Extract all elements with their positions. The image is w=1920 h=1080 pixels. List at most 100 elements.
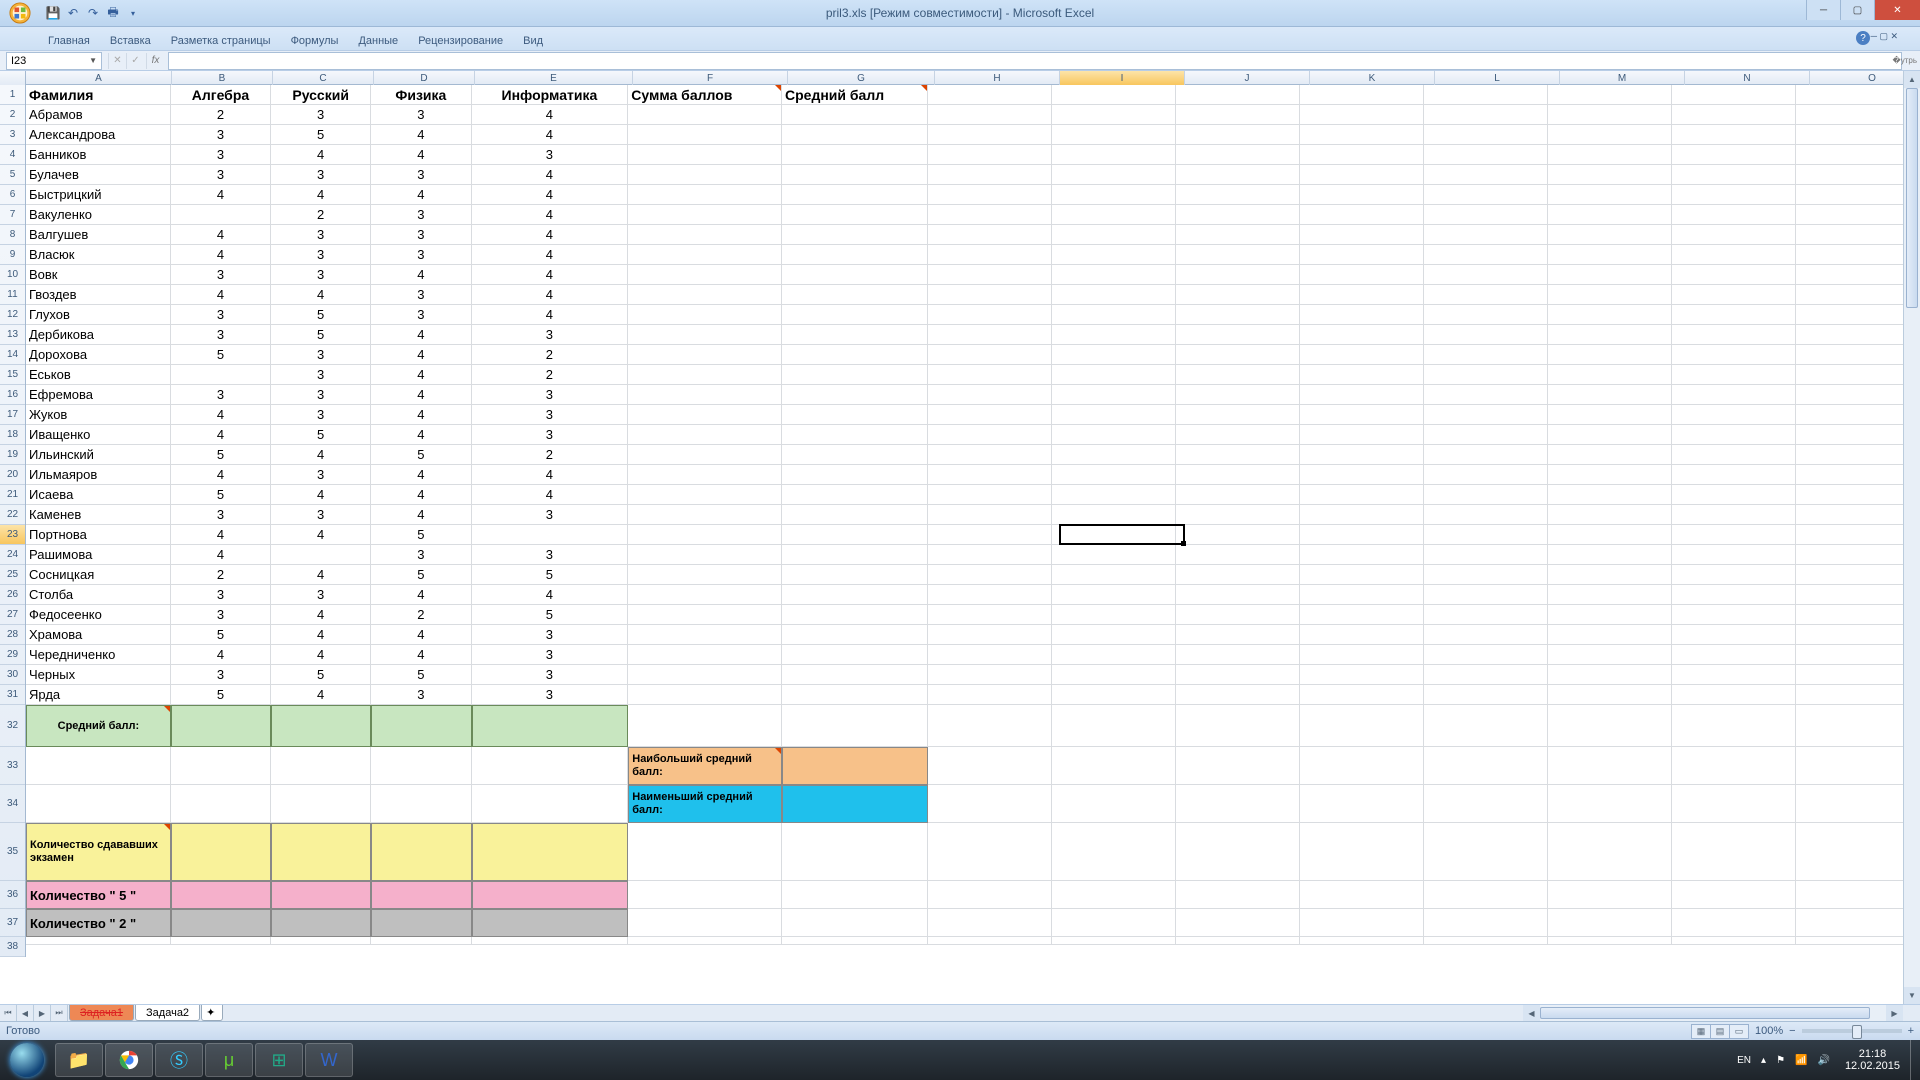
cell[interactable] — [472, 747, 629, 785]
cell[interactable] — [628, 385, 782, 405]
cell[interactable] — [1300, 325, 1424, 345]
cell[interactable] — [928, 85, 1052, 105]
row-header-28[interactable]: 28 — [0, 625, 25, 645]
cell[interactable] — [1672, 505, 1796, 525]
office-button[interactable] — [0, 0, 40, 27]
row-header-20[interactable]: 20 — [0, 465, 25, 485]
cell[interactable]: 3 — [371, 685, 471, 705]
cell[interactable]: Ефремова — [26, 385, 171, 405]
cell[interactable] — [1424, 425, 1548, 445]
row-header-30[interactable]: 30 — [0, 665, 25, 685]
zoom-level[interactable]: 100% — [1755, 1025, 1783, 1037]
cell[interactable] — [171, 823, 271, 881]
cell[interactable] — [782, 525, 928, 545]
cell[interactable] — [1424, 465, 1548, 485]
cell[interactable]: 4 — [371, 385, 471, 405]
cell[interactable] — [1796, 405, 1920, 425]
cell[interactable]: Вакуленко — [26, 205, 171, 225]
cell[interactable] — [928, 165, 1052, 185]
cell[interactable] — [1672, 365, 1796, 385]
cell[interactable] — [1176, 505, 1300, 525]
cell[interactable]: 3 — [271, 405, 371, 425]
cell[interactable]: 4 — [271, 685, 371, 705]
cell[interactable]: 3 — [271, 505, 371, 525]
cell[interactable] — [1300, 685, 1424, 705]
cell[interactable] — [628, 685, 782, 705]
cell[interactable] — [1672, 605, 1796, 625]
cell[interactable] — [1548, 405, 1672, 425]
cell[interactable] — [1672, 225, 1796, 245]
cell[interactable] — [1052, 823, 1176, 881]
cell[interactable] — [1672, 185, 1796, 205]
cell[interactable] — [1796, 445, 1920, 465]
cell[interactable] — [1052, 785, 1176, 823]
tab-nav-last-icon[interactable]: ⏭ — [51, 1005, 68, 1021]
tray-network-icon[interactable]: 📶 — [1790, 1055, 1812, 1066]
cell[interactable] — [628, 225, 782, 245]
cell[interactable] — [782, 445, 928, 465]
cell[interactable]: 3 — [271, 465, 371, 485]
cell[interactable] — [1052, 105, 1176, 125]
cell[interactable] — [1300, 747, 1424, 785]
cell[interactable] — [1052, 385, 1176, 405]
cell[interactable] — [1052, 625, 1176, 645]
cell[interactable]: 4 — [271, 645, 371, 665]
cell[interactable]: 5 — [171, 485, 271, 505]
cell[interactable] — [628, 909, 782, 937]
cell[interactable] — [1548, 85, 1672, 105]
cell[interactable]: 4 — [171, 425, 271, 445]
cell[interactable]: 3 — [171, 665, 271, 685]
cell[interactable]: 3 — [171, 585, 271, 605]
cell[interactable] — [628, 245, 782, 265]
cell[interactable] — [472, 823, 629, 881]
cell[interactable] — [171, 909, 271, 937]
cell[interactable] — [928, 685, 1052, 705]
cell[interactable] — [1424, 937, 1548, 945]
cell[interactable] — [371, 909, 471, 937]
cell[interactable] — [1796, 305, 1920, 325]
row-header-10[interactable]: 10 — [0, 265, 25, 285]
cell[interactable]: 4 — [371, 145, 471, 165]
cell[interactable]: 5 — [271, 665, 371, 685]
cell[interactable] — [1796, 125, 1920, 145]
cell[interactable]: Фамилия — [26, 85, 171, 105]
cell[interactable] — [1672, 585, 1796, 605]
cell[interactable] — [782, 165, 928, 185]
cell[interactable] — [1300, 305, 1424, 325]
cell[interactable] — [1176, 305, 1300, 325]
cell[interactable] — [1672, 909, 1796, 937]
cell[interactable] — [628, 205, 782, 225]
cell[interactable] — [1672, 165, 1796, 185]
cell[interactable] — [171, 365, 271, 385]
cell[interactable] — [1424, 645, 1548, 665]
cell[interactable] — [1300, 823, 1424, 881]
cell[interactable] — [628, 545, 782, 565]
taskbar-word[interactable]: W — [305, 1043, 353, 1077]
cell[interactable]: 4 — [371, 465, 471, 485]
cell[interactable] — [1672, 485, 1796, 505]
cell[interactable]: 5 — [371, 565, 471, 585]
cell[interactable] — [628, 365, 782, 385]
cell[interactable] — [928, 145, 1052, 165]
cell[interactable]: 5 — [271, 325, 371, 345]
cell[interactable] — [1672, 785, 1796, 823]
row-header-38[interactable]: 38 — [0, 937, 25, 957]
cell[interactable] — [1300, 125, 1424, 145]
scroll-thumb[interactable] — [1906, 88, 1918, 308]
cell[interactable] — [1300, 225, 1424, 245]
cell[interactable]: 4 — [472, 585, 629, 605]
cell[interactable] — [1300, 185, 1424, 205]
cell[interactable] — [1672, 125, 1796, 145]
cell[interactable]: 5 — [371, 445, 471, 465]
col-header-B[interactable]: B — [172, 71, 273, 85]
cell[interactable] — [1548, 645, 1672, 665]
cell[interactable] — [1796, 245, 1920, 265]
col-header-D[interactable]: D — [374, 71, 475, 85]
cell[interactable] — [1300, 205, 1424, 225]
cell[interactable] — [1796, 585, 1920, 605]
help-icon[interactable]: ? — [1856, 31, 1870, 45]
cell[interactable] — [1796, 705, 1920, 747]
cell[interactable] — [1548, 705, 1672, 747]
cell[interactable]: 3 — [472, 325, 629, 345]
expand-formula-bar-icon[interactable]: �утрь — [1893, 56, 1917, 65]
